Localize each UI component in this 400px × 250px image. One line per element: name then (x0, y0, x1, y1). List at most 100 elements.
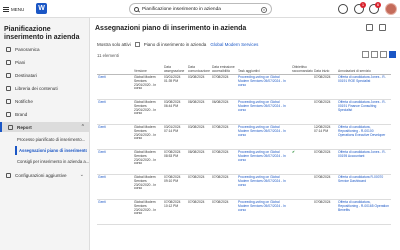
column-header[interactable]: Data assegnazione (163, 62, 187, 75)
table-cell: 06/08/2024 (211, 99, 237, 125)
report-icon (8, 124, 13, 130)
table-cell: Global Modern Services 23/01/2020 - In c… (133, 124, 163, 150)
column-header[interactable]: Data emissione accessibilità (211, 62, 237, 75)
table-cell: 07/08/2024 (313, 99, 337, 125)
inbox-badge: 6 (375, 2, 381, 8)
sidebar-item-label: Piani (15, 59, 26, 65)
column-header[interactable]: Task aggiuntivi (237, 62, 291, 75)
print-icon[interactable] (379, 24, 386, 31)
table-cell-link[interactable]: Genti (97, 99, 133, 125)
export-excel-icon[interactable] (366, 24, 373, 31)
column-header[interactable]: Annotazioni di servizio (337, 62, 391, 75)
notifications-icon (6, 98, 11, 104)
column-header[interactable]: Versione (133, 62, 163, 75)
table-cell: 03/01/2024 01:39 PM (163, 74, 187, 100)
filter-icon[interactable] (362, 51, 369, 58)
table-cell-link[interactable]: Genti (97, 149, 133, 175)
table-cell-link[interactable]: Proceeding-voting on Global Modern Servi… (237, 124, 291, 150)
menu-label: MENU (11, 6, 25, 12)
table-cell-link[interactable]: Offerta di candidatura R-00070 Service D… (337, 174, 391, 200)
table-cell: 07/08/2024 (187, 199, 211, 225)
table-cell-link[interactable]: Proceeding-voting on Global Modern Servi… (237, 149, 291, 175)
table-cell-link[interactable]: Offerta di candidatura, Repositioning - … (337, 124, 391, 150)
table-cell: 07/08/2024 (211, 149, 237, 175)
table-cell-link[interactable]: Offerta di candidatura Jones - R-00195 A… (337, 149, 391, 175)
table-cell (291, 174, 313, 200)
view-toggle (362, 51, 396, 58)
sidebar-item-label: Destinatari (15, 72, 37, 78)
table-cell: 03/08/2024 06:44 PM (163, 99, 187, 125)
table-cell-link[interactable]: Proceeding-voting on Global Modern Servi… (237, 74, 291, 100)
sidebar-subitem-consigli[interactable]: Consigli per inserimento in azienda a... (17, 157, 89, 166)
title-actions-icon[interactable]: ⋯ (215, 26, 221, 33)
table-cell: 07/08/2024 (187, 174, 211, 200)
table-cell: Global Modern Services 23/01/2020 - In c… (133, 149, 163, 175)
table-row: Genti Global Modern Services 23/01/2020 … (97, 149, 391, 175)
search-icon (134, 6, 139, 12)
table-cell-link[interactable]: Offerta di candidatura Jones - R-00191 R… (337, 74, 391, 100)
column-header[interactable]: Data inizio (313, 62, 337, 75)
sidebar-item-libreria[interactable]: Libreria dei contenuti (6, 83, 88, 93)
column-header[interactable]: Data comunicazione (187, 62, 211, 75)
sidebar-item-label: Configurazioni aggiuntive (15, 172, 67, 178)
search-input[interactable]: Pianificazione inserimento in azienda × (129, 3, 272, 15)
filter-row: Mostra solo attivi Piano di inserimento … (97, 42, 258, 47)
table-view-icon[interactable] (389, 51, 396, 58)
sidebar-item-report[interactable]: Report ⌃ (0, 122, 89, 132)
table-row: Genti Global Modern Services 23/01/2020 … (97, 174, 391, 200)
sidebar-item-brand[interactable]: Brand (6, 109, 88, 119)
column-header[interactable]: Obbiettivo raccomandato (291, 62, 313, 75)
sidebar-item-piani[interactable]: Piani (6, 57, 88, 67)
chat-icon[interactable] (338, 4, 348, 14)
table-cell: 07/08/2024 08:53 PM (163, 149, 187, 175)
menu-button[interactable]: MENU (3, 4, 24, 14)
table-cell-link[interactable]: Genti (97, 124, 133, 150)
hamburger-icon (3, 6, 9, 12)
table-cell: 07/08/2024 (313, 149, 337, 175)
sidebar-item-panoramica[interactable]: Panoramica (6, 44, 88, 54)
table-cell-link[interactable]: Proceeding-voting on Global Modern Servi… (237, 199, 291, 225)
workday-logo[interactable]: W (36, 3, 47, 14)
filter-field-value[interactable]: Global Modern Services (210, 42, 258, 47)
table-cell: 07/08/2024 09:10 PM (163, 174, 187, 200)
sidebar-item-destinatari[interactable]: Destinatari (6, 70, 88, 80)
column-header (97, 62, 133, 75)
recipients-icon (6, 72, 11, 78)
chevron-down-icon: ⌄ (79, 172, 84, 178)
sidebar-item-label: Libreria dei contenuti (15, 85, 58, 91)
table-cell: Global Modern Services 23/01/2020 - In c… (133, 99, 163, 125)
table-cell (291, 99, 313, 125)
table-cell (291, 124, 313, 150)
filter-active-label: Mostra solo attivi (97, 42, 131, 47)
columns-icon[interactable] (371, 51, 378, 58)
page-title: Assegnazioni piano di inserimento in azi… (95, 25, 247, 32)
table-cell: 07/08/2024 (211, 174, 237, 200)
sidebar-item-label: Panoramica (15, 46, 40, 52)
plans-icon (6, 59, 11, 65)
sidebar-item-notifiche[interactable]: Notifiche (6, 96, 88, 106)
table-cell-link[interactable]: Offerta di candidatura Jones - R-00191 F… (337, 99, 391, 125)
table-cell: 07/08/2024 (211, 74, 237, 100)
sidebar-title: Pianificazione inserimento in azienda (4, 26, 80, 41)
search-value: Pianificazione inserimento in azienda (142, 6, 221, 12)
sidebar-item-configurazioni[interactable]: Configurazioni aggiuntive ⌄ (6, 170, 88, 180)
sidebar-subitem-assegnazioni[interactable]: Assegnazioni piano di inserimento in... (15, 146, 87, 155)
table-cell-link[interactable]: Genti (97, 174, 133, 200)
table-cell-link[interactable]: Genti (97, 74, 133, 100)
table-cell: 03/08/2024 (187, 74, 211, 100)
user-avatar[interactable] (385, 3, 397, 15)
table-cell-link[interactable]: Proceeding-voting on Global Modern Servi… (237, 99, 291, 125)
table-cell: 07/08/2024 (211, 124, 237, 150)
table-header-row: Versione Data assegnazione Data comunica… (97, 62, 391, 75)
table-cell-link[interactable]: Proceeding-voting on Global Modern Servi… (237, 174, 291, 200)
table-cell (291, 74, 313, 100)
table-cell-link[interactable]: Offerta di candidatura, Repositioning - … (337, 199, 391, 225)
table-cell: Global Modern Services 23/01/2020 - In c… (133, 174, 163, 200)
table-cell: ✔ (291, 149, 313, 175)
fullscreen-icon[interactable] (380, 51, 387, 58)
active-only-checkbox[interactable] (134, 42, 140, 47)
table-cell: Global Modern Services 23/01/2020 - In c… (133, 74, 163, 100)
clear-search-icon[interactable]: × (261, 6, 267, 13)
table-cell-link[interactable]: Genti (97, 199, 133, 225)
sidebar-subitem-processo[interactable]: Processo pianificato di inserimento... (17, 135, 89, 144)
